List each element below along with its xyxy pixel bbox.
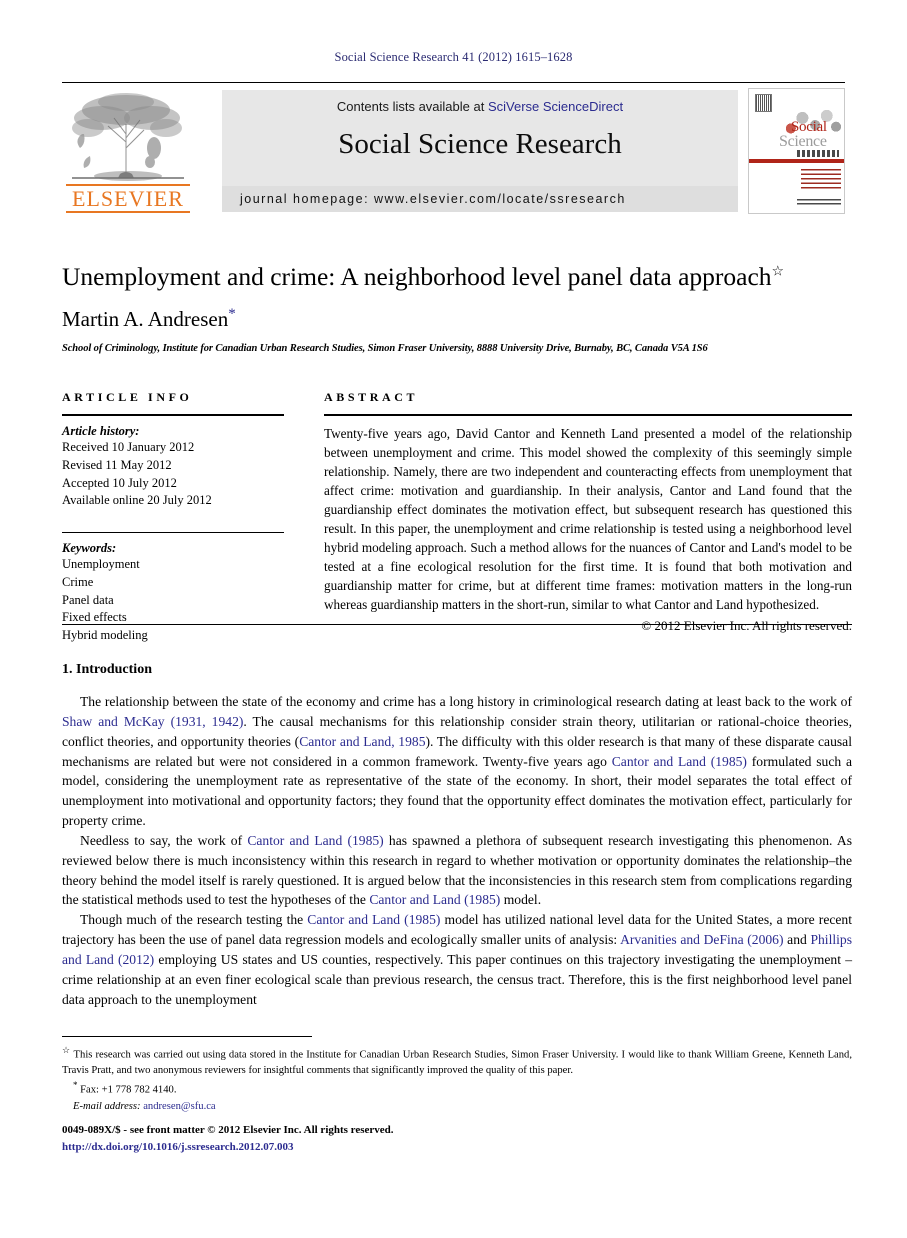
journal-article-page: Social Science Research 41 (2012) 1615–1…: [0, 0, 907, 1238]
body-paragraph: Needless to say, the work of Cantor and …: [62, 831, 852, 910]
cover-footer-block: [797, 199, 841, 207]
cover-subtitle-block: [801, 169, 841, 191]
footnote-star-text: This research was carried out using data…: [62, 1049, 853, 1076]
keyword-item: Hybrid modeling: [62, 628, 148, 642]
keyword-item: Crime: [62, 574, 94, 589]
keywords-label: Keywords:: [62, 541, 117, 555]
body-paragraph: The relationship between the state of th…: [62, 692, 852, 831]
masthead-top-rule: [62, 82, 845, 83]
paragraph-text: model.: [500, 892, 542, 908]
abstract-text: Twenty-five years ago, David Cantor and …: [324, 426, 852, 612]
abstract-heading: ABSTRACT: [324, 390, 419, 404]
footnote-fax: * Fax: +1 778 782 4140.: [62, 1079, 852, 1098]
footnote-star-marker: ☆: [62, 1045, 71, 1055]
title-footnote-marker[interactable]: ☆: [772, 265, 785, 280]
elsevier-tree-icon: [72, 93, 184, 181]
paragraph-text: employing US states and US counties, res…: [62, 951, 852, 1007]
abstract-rule: [324, 414, 852, 416]
issn-front-matter: 0049-089X/$ - see front matter © 2012 El…: [62, 1124, 394, 1136]
keyword-item: Panel data: [62, 592, 114, 607]
contents-lists-line: Contents lists available at SciVerse Sci…: [222, 99, 738, 114]
article-history-revised: Revised 11 May 2012: [62, 457, 172, 472]
citation-link[interactable]: Cantor and Land (1985): [612, 754, 747, 769]
citation-link[interactable]: Cantor and Land (1985): [307, 912, 440, 927]
paragraph-text: Though much of the research testing the: [80, 912, 308, 928]
paper-title: Unemployment and crime: A neighborhood l…: [62, 262, 852, 292]
corresponding-author-marker[interactable]: *: [228, 306, 236, 322]
citation-link[interactable]: Shaw and McKay (1931, 1942): [62, 714, 243, 729]
cover-title-line3: [797, 150, 839, 157]
journal-cover-thumbnail[interactable]: Social Science: [748, 88, 845, 214]
citation-link[interactable]: Cantor and Land (1985): [369, 892, 500, 907]
footnotes: ☆ This research was carried out using da…: [62, 1044, 852, 1115]
author-name: Martin A. Andresen: [62, 306, 229, 331]
citation-link[interactable]: Cantor and Land, 1985: [299, 734, 425, 749]
paragraph-text: The relationship between the state of th…: [80, 694, 852, 709]
journal-banner: Contents lists available at SciVerse Sci…: [222, 90, 738, 212]
cover-red-band: [749, 159, 844, 163]
footnote-fax-text: Fax: +1 778 782 4140.: [80, 1084, 177, 1096]
section-heading-introduction: 1. Introduction: [62, 662, 152, 677]
keywords-block: Keywords: Unemployment Crime Panel data …: [62, 541, 284, 645]
paper-title-text: Unemployment and crime: A neighborhood l…: [62, 262, 772, 291]
article-info-column: ARTICLE INFO Article history: Received 1…: [62, 390, 284, 645]
doi-link[interactable]: http://dx.doi.org/10.1016/j.ssresearch.2…: [62, 1139, 852, 1156]
title-block: Unemployment and crime: A neighborhood l…: [62, 262, 852, 354]
article-history-online: Available online 20 July 2012: [62, 493, 212, 508]
email-label: E-mail address:: [73, 1100, 141, 1112]
citation-link[interactable]: Cantor and Land (1985): [247, 833, 383, 848]
keyword-item: Unemployment: [62, 557, 140, 571]
footnote-acknowledgement: ☆ This research was carried out using da…: [62, 1044, 852, 1078]
journal-title: Social Science Research: [338, 128, 622, 160]
article-info-rule: [62, 414, 284, 416]
elsevier-logo: ELSEVIER: [62, 88, 194, 214]
imprint-block: 0049-089X/$ - see front matter © 2012 El…: [62, 1122, 852, 1155]
journal-masthead: ELSEVIER Contents lists available at Sci…: [62, 88, 845, 216]
paragraph-text: and: [783, 932, 811, 948]
elsevier-wordmark: ELSEVIER: [66, 184, 190, 214]
cover-elsevier-mark-icon: [755, 94, 772, 112]
abstract-bottom-rule: [62, 624, 852, 625]
journal-homepage-link[interactable]: journal homepage: www.elsevier.com/locat…: [222, 186, 738, 212]
citation-link[interactable]: Arvanities and DeFina (2006): [620, 932, 783, 947]
abstract-column: ABSTRACT Twenty-five years ago, David Ca…: [324, 390, 852, 634]
keywords-rule: [62, 532, 284, 533]
body-paragraph: Though much of the research testing the …: [62, 910, 852, 1009]
contents-prefix: Contents lists available at: [336, 99, 488, 114]
footnote-rule: [62, 1036, 312, 1037]
footnote-corr-marker: *: [73, 1080, 78, 1091]
article-history-label: Article history:: [62, 424, 140, 438]
article-history-received: Received 10 January 2012: [62, 440, 195, 454]
abstract-copyright: © 2012 Elsevier Inc. All rights reserved…: [641, 618, 852, 633]
paragraph-text: Needless to say, the work of: [80, 832, 248, 848]
article-history-accepted: Accepted 10 July 2012: [62, 475, 177, 490]
body-content: 1. Introduction The relationship between…: [62, 662, 852, 1010]
email-address-link[interactable]: andresen@sfu.ca: [143, 1101, 215, 1112]
cover-title-line2: Science: [779, 133, 827, 150]
running-head: Social Science Research 41 (2012) 1615–1…: [334, 50, 573, 64]
footnote-email: E-mail address: andresen@sfu.ca: [62, 1099, 852, 1114]
sciencedirect-link[interactable]: SciVerse ScienceDirect: [488, 99, 623, 114]
article-info-heading: ARTICLE INFO: [62, 390, 193, 404]
author-list: Martin A. Andresen*: [62, 306, 852, 332]
affiliation: School of Criminology, Institute for Can…: [62, 342, 708, 354]
